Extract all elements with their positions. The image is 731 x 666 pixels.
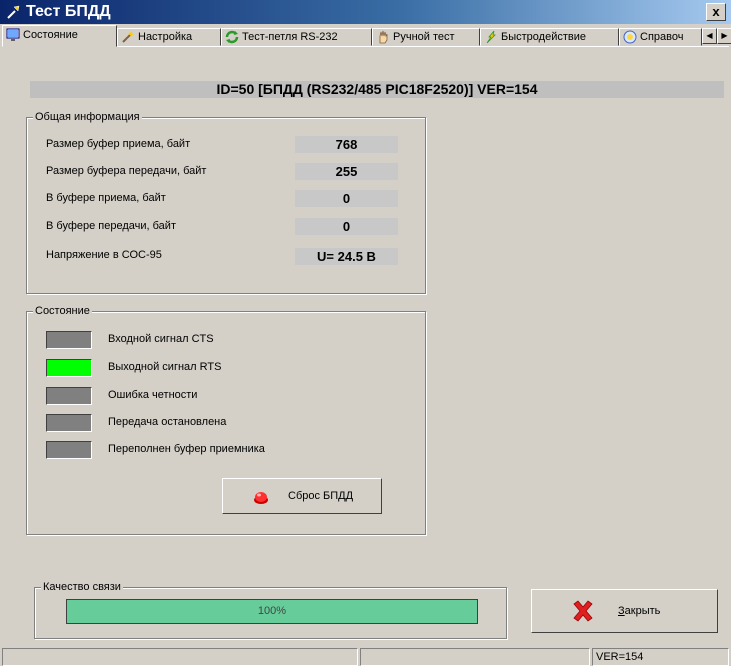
wand-icon <box>122 31 134 43</box>
tab-state[interactable]: Состояние <box>2 25 117 47</box>
tab-performance[interactable]: Быстродействие <box>480 28 619 46</box>
tab-settings-label: Настройка <box>138 31 193 43</box>
signal-label-parity-error: Ошибка четности <box>108 389 198 401</box>
signal-label-rts: Выходной сигнал RTS <box>108 361 222 373</box>
device-id-header: ID=50 [БПДД (RS232/485 PIC18F2520)] VER=… <box>30 81 724 98</box>
info-value-tx-buffer-count: 0 <box>295 218 398 235</box>
arrows-loop-icon <box>225 30 239 44</box>
info-label-tx-buffer-count: В буфере передачи, байт <box>46 220 176 232</box>
reset-button[interactable]: Сброс БПДД <box>222 478 382 514</box>
red-button-icon <box>254 492 268 504</box>
quality-progress-bar: 100% <box>66 599 478 624</box>
window-close-button[interactable]: x <box>706 3 726 21</box>
tab-scroll-right-icon[interactable]: ▶ <box>717 28 731 44</box>
monitor-icon <box>6 28 20 41</box>
red-x-icon <box>573 600 593 622</box>
led-rts <box>46 359 92 377</box>
app-icon <box>7 5 20 19</box>
tab-reference-label: Справоч <box>640 31 684 43</box>
state-group-title: Состояние <box>33 304 92 318</box>
quality-group-title: Качество связи <box>41 580 123 594</box>
signal-label-transfer-stopped: Передача остановлена <box>108 416 227 428</box>
tab-loop-test-label: Тест-петля RS-232 <box>242 31 338 43</box>
info-label-tx-buffer-size: Размер буфера передачи, байт <box>46 165 207 177</box>
reset-button-label: Сброс БПДД <box>288 490 354 502</box>
status-panel-2 <box>360 648 590 666</box>
tab-reference[interactable]: Справоч <box>619 28 702 46</box>
info-label-rx-buffer-count: В буфере приема, байт <box>46 192 166 204</box>
tab-scroll-left-icon[interactable]: ◀ <box>702 28 717 44</box>
info-value-rx-buffer-size: 768 <box>295 136 398 153</box>
window-title: Тест БПДД <box>26 3 111 20</box>
led-transfer-stopped <box>46 414 92 432</box>
led-rx-overflow <box>46 441 92 459</box>
tab-scroll-buttons: ◀ ▶ <box>702 28 731 44</box>
led-cts <box>46 331 92 349</box>
info-value-tx-buffer-size: 255 <box>295 163 398 180</box>
close-button-label: Закрыть <box>618 605 660 617</box>
status-bar: VER=154 <box>0 648 731 666</box>
info-label-rx-buffer-size: Размер буфер приема, байт <box>46 138 191 150</box>
info-label-voltage: Напряжение в СОС-95 <box>46 249 162 261</box>
signal-label-rx-overflow: Переполнен буфер приемника <box>108 443 265 455</box>
info-value-voltage: U= 24.5 В <box>295 248 398 265</box>
tab-strip: Состояние Настройка Тест-петля RS-232 Ру… <box>2 25 731 47</box>
general-info-title: Общая информация <box>33 110 142 124</box>
tab-loop-test[interactable]: Тест-петля RS-232 <box>221 28 372 46</box>
status-panel-1 <box>2 648 358 666</box>
tab-performance-label: Быстродействие <box>501 31 586 43</box>
tab-manual-test-label: Ручной тест <box>393 31 455 43</box>
close-button-label-rest: акрыть <box>624 605 661 617</box>
led-parity-error <box>46 387 92 405</box>
signal-label-cts: Входной сигнал CTS <box>108 333 214 345</box>
hand-icon <box>379 30 388 44</box>
info-value-rx-buffer-count: 0 <box>295 190 398 207</box>
close-button-accelerator: З <box>618 605 625 617</box>
lightning-icon <box>486 30 496 44</box>
title-bar: Тест БПДД <box>0 0 731 24</box>
tab-state-label: Состояние <box>23 29 78 41</box>
tab-settings[interactable]: Настройка <box>117 28 221 46</box>
status-panel-version: VER=154 <box>592 648 729 666</box>
info-icon <box>623 30 637 44</box>
tab-manual-test[interactable]: Ручной тест <box>372 28 480 46</box>
close-button[interactable]: Закрыть <box>531 589 718 633</box>
